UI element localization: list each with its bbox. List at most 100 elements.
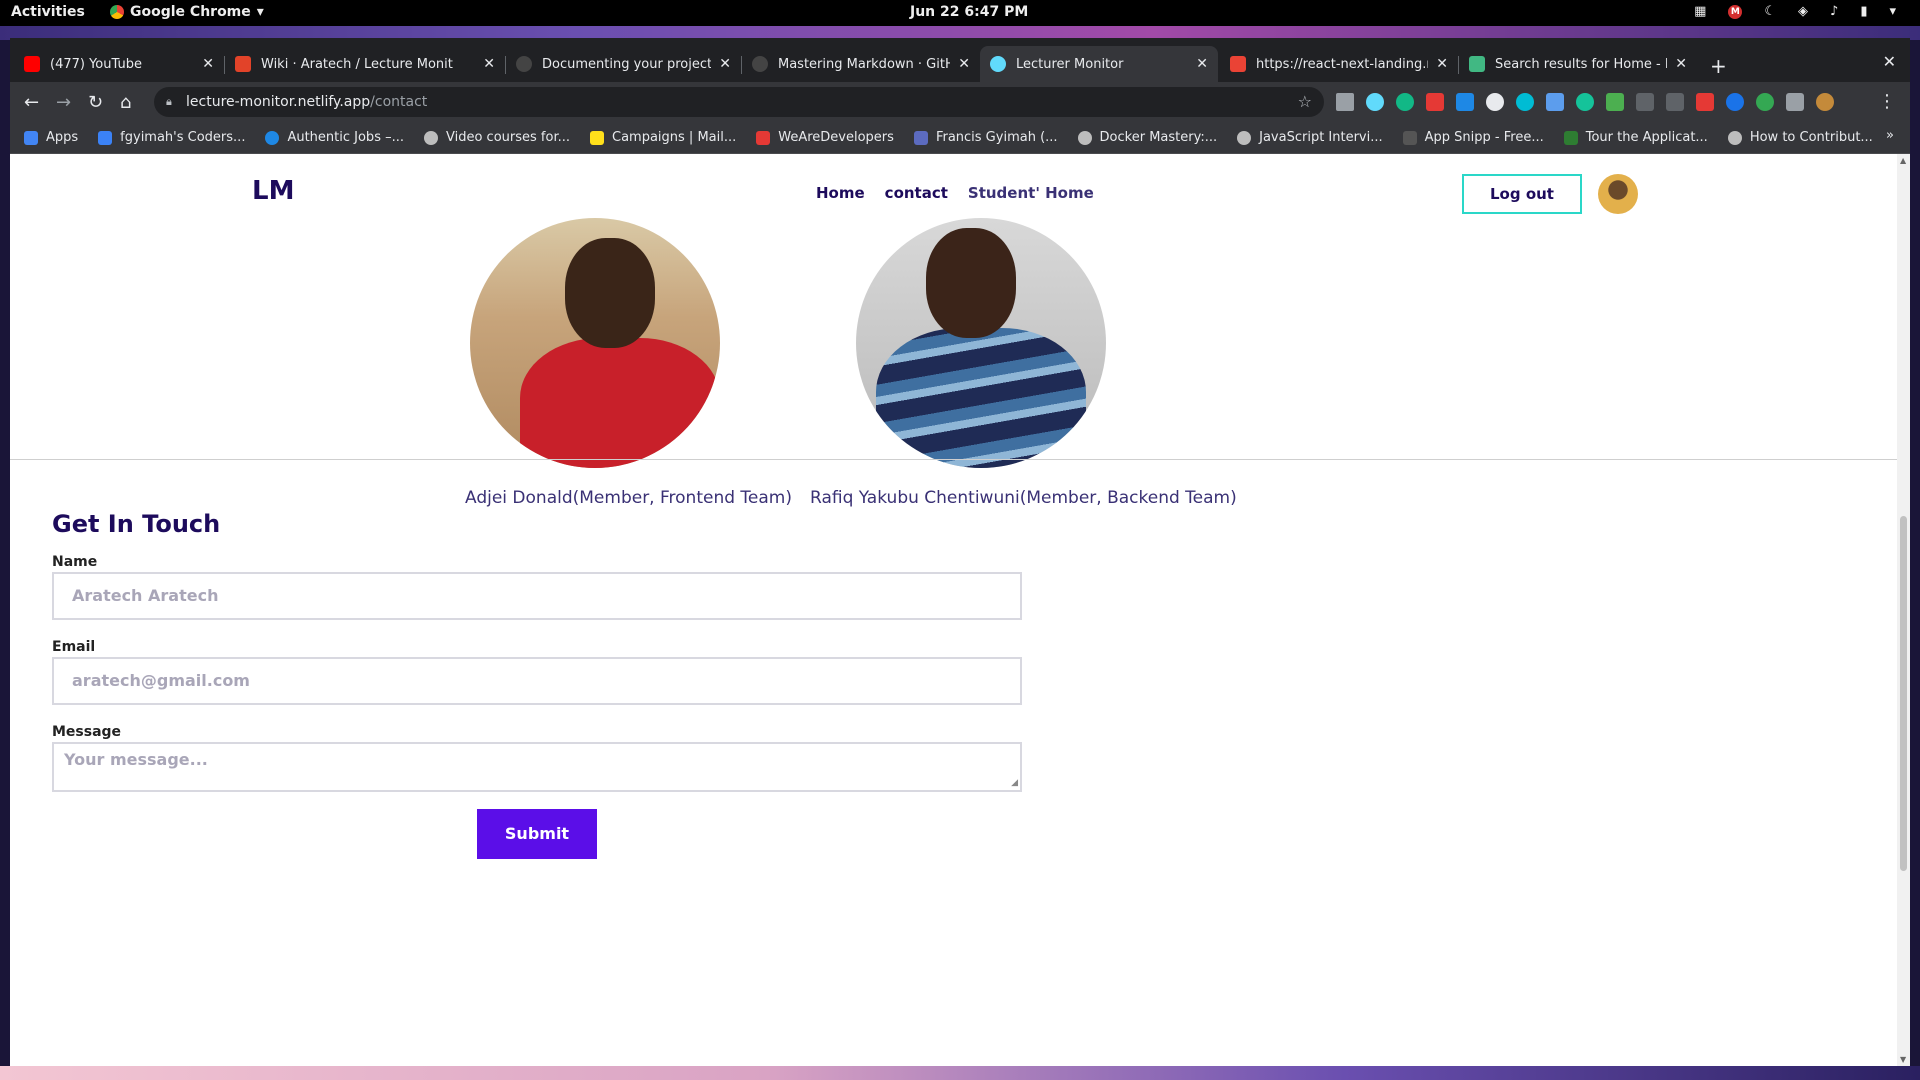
scroll-up-icon[interactable]: ▲	[1900, 156, 1906, 165]
drive-extension-icon[interactable]	[1756, 93, 1774, 111]
email-input[interactable]: aratech@gmail.com	[52, 657, 1022, 705]
member-photo-face	[565, 238, 655, 348]
power-menu-icon[interactable]: ▾	[1889, 4, 1896, 19]
hex-extension-icon[interactable]	[1456, 93, 1474, 111]
bookmark-item[interactable]: Docker Mastery:...	[1077, 130, 1218, 145]
submit-button[interactable]: Submit	[477, 809, 597, 859]
close-icon[interactable]: ✕	[958, 56, 970, 72]
bookmark-icon	[913, 130, 928, 145]
scrollbar-thumb[interactable]	[1900, 516, 1907, 871]
back-icon[interactable]: ←	[24, 92, 39, 113]
url-path: /contact	[370, 94, 428, 110]
mail-indicator-icon[interactable]: M	[1728, 4, 1743, 19]
pen-extension-icon[interactable]	[1606, 93, 1624, 111]
reload-icon[interactable]: ↻	[88, 92, 103, 113]
contact-heading: Get In Touch	[52, 510, 221, 538]
shield-extension-icon[interactable]	[1726, 93, 1744, 111]
app-menu[interactable]: Google Chrome ▾	[110, 4, 264, 20]
message-label: Message	[52, 724, 122, 740]
close-icon[interactable]: ✕	[1196, 56, 1208, 72]
more-bookmarks-icon[interactable]: »	[1886, 128, 1894, 143]
forward-icon[interactable]: →	[56, 92, 71, 113]
new-tab-button[interactable]: +	[1710, 54, 1727, 78]
section-divider	[10, 459, 1897, 460]
close-icon[interactable]: ✕	[202, 56, 214, 72]
lock-icon[interactable]: 🔒︎	[166, 87, 172, 117]
github-icon	[516, 56, 532, 72]
m-extension-icon[interactable]	[1516, 93, 1534, 111]
vue-devtools-extension-icon[interactable]	[1336, 93, 1354, 111]
bookmark-item[interactable]: WeAreDevelopers	[756, 130, 894, 145]
nav-home-link[interactable]: Home	[816, 184, 865, 202]
react-devtools-extension-icon[interactable]	[1366, 93, 1384, 111]
grid-icon[interactable]: ▦	[1694, 4, 1706, 19]
system-tray[interactable]: ▦ M ☾ ◈ ♪ ▮ ▾	[1694, 4, 1896, 19]
bookmark-icon	[1727, 130, 1742, 145]
bookmark-label: Video courses for...	[446, 130, 570, 145]
bookmark-item[interactable]: Authentic Jobs –...	[265, 130, 404, 145]
message-placeholder: Your message...	[64, 750, 208, 769]
profile-avatar[interactable]	[1816, 93, 1834, 111]
close-icon[interactable]: ✕	[1675, 56, 1687, 72]
name-input[interactable]: Aratech Aratech	[52, 572, 1022, 620]
page-scrollbar[interactable]: ▲ ▼	[1897, 154, 1910, 1066]
calendar-extension-icon[interactable]	[1426, 93, 1444, 111]
more-menu-icon[interactable]: ⋮	[1878, 91, 1896, 112]
nav-student-home-link[interactable]: Student' Home	[968, 184, 1094, 202]
tab-youtube[interactable]: (477) YouTube ✕	[14, 46, 224, 82]
user-avatar[interactable]	[1598, 174, 1638, 214]
logout-button[interactable]: Log out	[1462, 174, 1582, 214]
close-icon[interactable]: ✕	[719, 56, 731, 72]
tab-title: Documenting your projects o	[542, 56, 712, 72]
bookmark-item[interactable]: Campaigns | Mail...	[590, 130, 736, 145]
grammarly-extension-icon[interactable]	[1576, 93, 1594, 111]
bookmark-star-icon[interactable]: ☆	[1298, 87, 1312, 117]
tab-strip: (477) YouTube ✕ Wiki · Aratech / Lecture…	[10, 42, 1910, 84]
tab-react-next-landing[interactable]: https://react-next-landing.re ✕	[1220, 46, 1458, 82]
message-textarea[interactable]: Your message... ◢	[52, 742, 1022, 792]
member-name: Adjei Donald(Member, Frontend Team)	[465, 488, 792, 508]
team-member-card: Rafiq Yakubu Chentiwuni(Member, Backend …	[810, 218, 1237, 508]
bookmark-label: Authentic Jobs –...	[287, 130, 404, 145]
tab-documenting[interactable]: Documenting your projects o ✕	[506, 46, 741, 82]
tab-markdown[interactable]: Mastering Markdown · GitHub ✕	[742, 46, 980, 82]
url-host: lecture-monitor.netlify.app	[186, 94, 371, 110]
bookmark-label: Tour the Applicat...	[1585, 130, 1708, 145]
team-member-card: Adjei Donald(Member, Frontend Team)	[465, 218, 792, 508]
close-icon[interactable]: ✕	[1436, 56, 1448, 72]
tab-lecturer-monitor[interactable]: Lecturer Monitor ✕	[980, 46, 1218, 82]
c-extension-icon[interactable]	[1486, 93, 1504, 111]
grammar-extension-icon[interactable]	[1396, 93, 1414, 111]
code-extension-icon[interactable]	[1666, 93, 1684, 111]
resize-handle-icon[interactable]: ◢	[1011, 779, 1018, 788]
bookmark-item[interactable]: Tour the Applicat...	[1563, 130, 1708, 145]
site-logo[interactable]: LM	[252, 176, 294, 206]
bookmark-apps[interactable]: Apps	[24, 130, 78, 145]
close-icon[interactable]: ✕	[483, 56, 495, 72]
bookmark-label: Docker Mastery:...	[1099, 130, 1218, 145]
bookmark-icon	[1402, 130, 1417, 145]
puzzle-icon[interactable]	[1786, 93, 1804, 111]
window-close-icon[interactable]: ✕	[1883, 52, 1896, 71]
tab-search-results[interactable]: Search results for Home - Fla ✕	[1459, 46, 1697, 82]
bookmark-item[interactable]: Francis Gyimah (...	[913, 130, 1058, 145]
github-icon	[752, 56, 768, 72]
bookmark-item[interactable]: Video courses for...	[424, 130, 570, 145]
function-extension-icon[interactable]	[1636, 93, 1654, 111]
bookmark-item[interactable]: JavaScript Intervi...	[1237, 130, 1383, 145]
plane-extension-icon[interactable]	[1546, 93, 1564, 111]
bookmark-label: WeAreDevelopers	[778, 130, 894, 145]
nav-contact-link[interactable]: contact	[885, 184, 948, 202]
bookmark-item[interactable]: How to Contribut...	[1727, 130, 1873, 145]
mega-extension-icon[interactable]	[1696, 93, 1714, 111]
bookmark-item[interactable]: fgyimah's Coders...	[98, 130, 245, 145]
activities-button[interactable]: Activities	[11, 4, 85, 20]
clock[interactable]: Jun 22 6:47 PM	[910, 4, 1028, 20]
address-bar[interactable]: 🔒︎ lecture-monitor.netlify.app/contact ☆	[154, 87, 1324, 117]
home-icon[interactable]: ⌂	[120, 92, 131, 113]
bookmarks-bar: Apps fgyimah's Coders... Authentic Jobs …	[10, 122, 1910, 154]
scroll-down-icon[interactable]: ▼	[1900, 1055, 1906, 1064]
globe-icon	[1237, 130, 1252, 145]
bookmark-item[interactable]: App Snipp - Free...	[1402, 130, 1544, 145]
tab-gitlab-wiki[interactable]: Wiki · Aratech / Lecture Monit ✕	[225, 46, 505, 82]
